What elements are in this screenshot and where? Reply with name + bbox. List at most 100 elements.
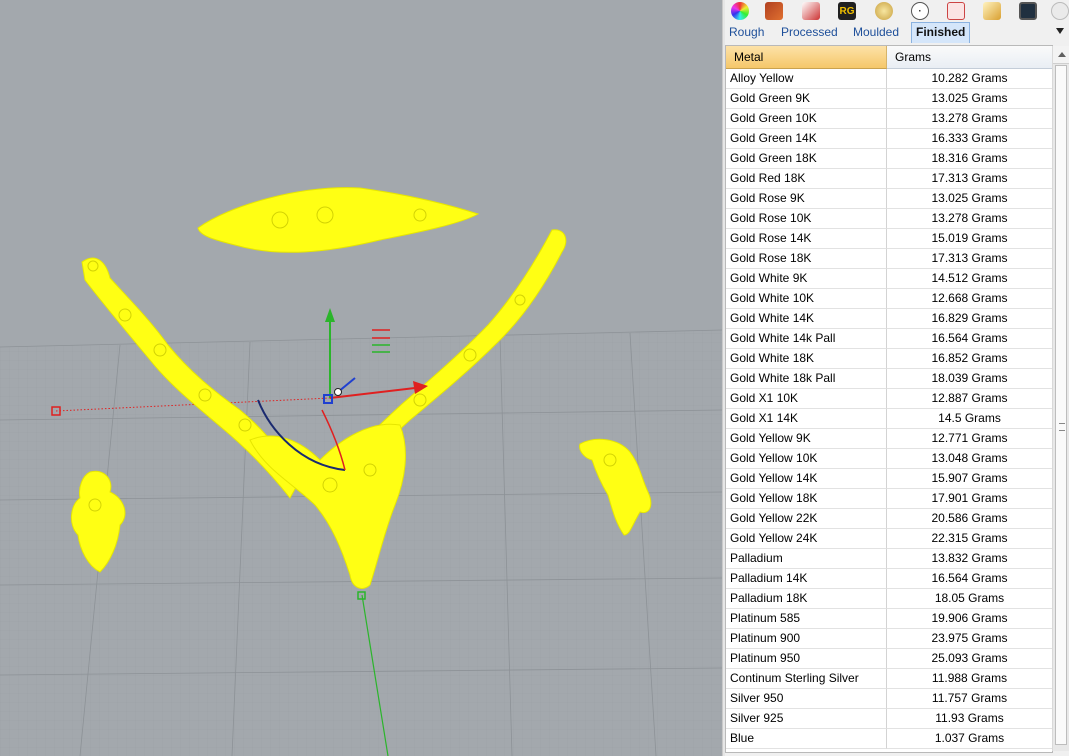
cup-icon[interactable] [947, 2, 965, 20]
table-row[interactable]: Gold Green 14K 16.333 Grams [726, 129, 1052, 149]
metal-cell[interactable]: Gold Green 18K [726, 149, 887, 169]
grams-cell[interactable]: 15.019 Grams [887, 229, 1052, 249]
table-row[interactable]: Gold White 10K 12.668 Grams [726, 289, 1052, 309]
metal-cell[interactable]: Gold Rose 14K [726, 229, 887, 249]
table-row[interactable]: Continum Sterling Silver 11.988 Grams [726, 669, 1052, 689]
metal-cell[interactable]: Gold White 18K [726, 349, 887, 369]
tabs-dropdown-icon[interactable] [1056, 28, 1064, 34]
table-row[interactable]: Gold White 18K 16.852 Grams [726, 349, 1052, 369]
metal-cell[interactable]: Gold Yellow 24K [726, 529, 887, 549]
grams-cell[interactable]: 25.093 Grams [887, 649, 1052, 669]
table-row[interactable]: Gold White 18k Pall 18.039 Grams [726, 369, 1052, 389]
metal-cell[interactable]: Gold Green 9K [726, 89, 887, 109]
metal-cell[interactable]: Platinum 950 [726, 649, 887, 669]
metal-cell[interactable]: Gold Yellow 18K [726, 489, 887, 509]
grams-cell[interactable]: 13.025 Grams [887, 189, 1052, 209]
metal-cell[interactable]: Palladium 18K [726, 589, 887, 609]
grams-cell[interactable]: 11.757 Grams [887, 689, 1052, 709]
grams-cell[interactable]: 17.313 Grams [887, 249, 1052, 269]
table-row[interactable]: Gold Rose 10K 13.278 Grams [726, 209, 1052, 229]
monitor-icon[interactable] [1019, 2, 1037, 20]
table-row[interactable]: Gold X1 10K 12.887 Grams [726, 389, 1052, 409]
tab-finished[interactable]: Finished [911, 22, 971, 43]
grams-cell[interactable]: 12.771 Grams [887, 429, 1052, 449]
tab-moulded[interactable]: Moulded [849, 23, 903, 42]
metal-cell[interactable]: Continum Sterling Silver [726, 669, 887, 689]
grams-cell[interactable]: 22.315 Grams [887, 529, 1052, 549]
grams-cell[interactable]: 16.564 Grams [887, 569, 1052, 589]
metal-cell[interactable]: Alloy Yellow [726, 69, 887, 89]
grams-cell[interactable]: 11.93 Grams [887, 709, 1052, 729]
metal-cell[interactable]: Platinum 900 [726, 629, 887, 649]
table-row[interactable]: Gold Green 18K 18.316 Grams [726, 149, 1052, 169]
metal-cell[interactable]: Gold X1 14K [726, 409, 887, 429]
metal-cell[interactable]: Palladium 14K [726, 569, 887, 589]
table-row[interactable]: Platinum 950 25.093 Grams [726, 649, 1052, 669]
table-row[interactable]: Platinum 900 23.975 Grams [726, 629, 1052, 649]
table-row[interactable]: Gold X1 14K 14.5 Grams [726, 409, 1052, 429]
table-row[interactable]: Gold White 14K 16.829 Grams [726, 309, 1052, 329]
rg-icon[interactable]: RG [838, 2, 856, 20]
grams-cell[interactable]: 17.901 Grams [887, 489, 1052, 509]
color-wheel-icon[interactable] [731, 2, 749, 20]
column-header-metal[interactable]: Metal [726, 46, 887, 69]
grams-cell[interactable]: 15.907 Grams [887, 469, 1052, 489]
table-row[interactable]: Palladium 18K 18.05 Grams [726, 589, 1052, 609]
settings-icon[interactable] [1051, 2, 1069, 20]
grams-cell[interactable]: 14.5 Grams [887, 409, 1052, 429]
grams-cell[interactable]: 13.025 Grams [887, 89, 1052, 109]
table-row[interactable]: Gold Green 10K 13.278 Grams [726, 109, 1052, 129]
table-scrollbar[interactable] [1052, 46, 1069, 751]
tab-rough[interactable]: Rough [725, 23, 768, 42]
viewport-canvas[interactable] [0, 0, 722, 756]
grams-cell[interactable]: 20.586 Grams [887, 509, 1052, 529]
grams-cell[interactable]: 12.668 Grams [887, 289, 1052, 309]
tab-processed[interactable]: Processed [777, 23, 842, 42]
metal-cell[interactable]: Gold White 14K [726, 309, 887, 329]
column-header-grams[interactable]: Grams [887, 46, 1052, 69]
metal-cell[interactable]: Gold White 14k Pall [726, 329, 887, 349]
grams-cell[interactable]: 19.906 Grams [887, 609, 1052, 629]
grams-cell[interactable]: 10.282 Grams [887, 69, 1052, 89]
scroll-thumb[interactable] [1055, 65, 1067, 745]
metal-cell[interactable]: Gold Yellow 22K [726, 509, 887, 529]
grams-cell[interactable]: 23.975 Grams [887, 629, 1052, 649]
table-row[interactable]: Gold Rose 9K 13.025 Grams [726, 189, 1052, 209]
clock-icon[interactable]: · [911, 2, 929, 20]
grams-cell[interactable]: 12.887 Grams [887, 389, 1052, 409]
table-row[interactable]: Gold Red 18K 17.313 Grams [726, 169, 1052, 189]
grams-cell[interactable]: 16.564 Grams [887, 329, 1052, 349]
grams-cell[interactable]: 17.313 Grams [887, 169, 1052, 189]
grams-cell[interactable]: 13.278 Grams [887, 109, 1052, 129]
metal-cell[interactable]: Gold Yellow 10K [726, 449, 887, 469]
grams-cell[interactable]: 16.852 Grams [887, 349, 1052, 369]
grams-cell[interactable]: 18.039 Grams [887, 369, 1052, 389]
table-row[interactable]: Platinum 585 19.906 Grams [726, 609, 1052, 629]
metal-cell[interactable]: Gold Yellow 9K [726, 429, 887, 449]
table-row[interactable]: Gold White 14k Pall 16.564 Grams [726, 329, 1052, 349]
table-row[interactable]: Gold Yellow 14K 15.907 Grams [726, 469, 1052, 489]
table-row[interactable]: Silver 950 11.757 Grams [726, 689, 1052, 709]
table-row[interactable]: Gold White 9K 14.512 Grams [726, 269, 1052, 289]
metal-cell[interactable]: Gold Red 18K [726, 169, 887, 189]
metal-cell[interactable]: Gold Rose 18K [726, 249, 887, 269]
grams-cell[interactable]: 11.988 Grams [887, 669, 1052, 689]
table-row[interactable]: Blue 1.037 Grams [726, 729, 1052, 749]
table-row[interactable]: Gold Green 9K 13.025 Grams [726, 89, 1052, 109]
grams-cell[interactable]: 13.832 Grams [887, 549, 1052, 569]
metal-cell[interactable]: Gold White 9K [726, 269, 887, 289]
table-row[interactable]: Palladium 13.832 Grams [726, 549, 1052, 569]
metal-cell[interactable]: Gold Rose 10K [726, 209, 887, 229]
grams-cell[interactable]: 14.512 Grams [887, 269, 1052, 289]
grams-cell[interactable]: 18.05 Grams [887, 589, 1052, 609]
table-row[interactable]: Gold Yellow 9K 12.771 Grams [726, 429, 1052, 449]
metal-cell[interactable]: Blue [726, 729, 887, 749]
grams-cell[interactable]: 13.048 Grams [887, 449, 1052, 469]
table-row[interactable]: Palladium 14K 16.564 Grams [726, 569, 1052, 589]
table-row[interactable]: Silver 925 11.93 Grams [726, 709, 1052, 729]
metal-cell[interactable]: Gold Green 10K [726, 109, 887, 129]
metal-cell[interactable]: Platinum 585 [726, 609, 887, 629]
metal-cell[interactable]: Silver 950 [726, 689, 887, 709]
grams-cell[interactable]: 18.316 Grams [887, 149, 1052, 169]
paint-brush-icon[interactable] [802, 2, 820, 20]
